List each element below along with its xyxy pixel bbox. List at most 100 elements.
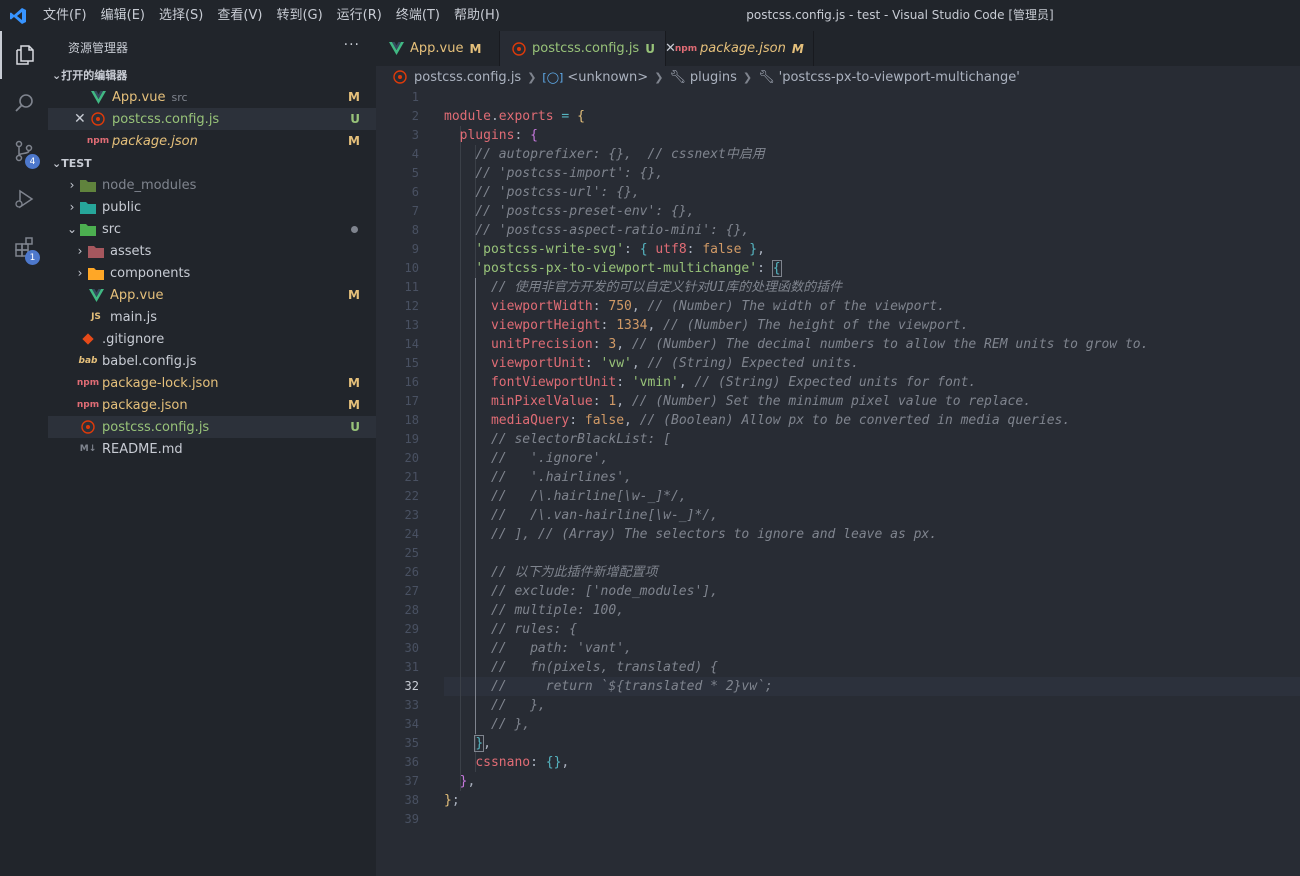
menu-go[interactable]: 转到(G): [269, 0, 329, 31]
line-number: 9: [411, 242, 419, 256]
tree-item-label: node_modules: [102, 177, 197, 193]
open-editor-item[interactable]: ✕ postcss.config.js U: [48, 108, 376, 130]
menu-run[interactable]: 运行(R): [330, 0, 389, 31]
tab-postcss-config[interactable]: postcss.config.js U ✕: [500, 31, 676, 66]
npm-file-icon: npm: [674, 43, 698, 54]
vscode-logo-icon: [0, 0, 36, 31]
line-number: 14: [404, 337, 419, 351]
tree-item-node-modules[interactable]: › node_modules: [48, 174, 376, 196]
tree-item-babel-config[interactable]: bab babel.config.js: [48, 350, 376, 372]
chevron-right-icon: ❯: [527, 70, 537, 84]
tab-label: App.vue: [410, 41, 464, 56]
line-number: 10: [404, 261, 419, 275]
postcss-file-icon: [392, 70, 408, 84]
tree-item-label: .gitignore: [102, 331, 165, 347]
object-symbol-icon: [◯]: [542, 70, 564, 84]
chevron-down-icon: ⌄: [52, 156, 62, 170]
run-debug-icon[interactable]: [0, 175, 48, 223]
menu-view[interactable]: 查看(V): [210, 0, 269, 31]
line-number: 15: [404, 356, 419, 370]
npm-file-icon: npm: [86, 136, 110, 146]
tree-item-label: App.vue: [110, 287, 164, 303]
line-number: 13: [404, 318, 419, 332]
line-number: 30: [404, 641, 419, 655]
chevron-right-icon: ›: [69, 178, 75, 192]
menu-file[interactable]: 文件(F): [36, 0, 94, 31]
line-number: 4: [411, 147, 419, 161]
line-number: 6: [411, 185, 419, 199]
postcss-file-icon: [512, 41, 526, 56]
line-number: 11: [404, 280, 419, 294]
tree-item-package-lock[interactable]: npm package-lock.json M: [48, 372, 376, 394]
open-editors-section[interactable]: ⌄ 打开的编辑器: [48, 64, 376, 86]
git-status-badge: M: [348, 288, 360, 302]
open-editor-item[interactable]: npm package.json M: [48, 130, 376, 152]
explorer-header: 资源管理器 ···: [48, 31, 376, 64]
tree-item-main-js[interactable]: JS main.js: [48, 306, 376, 328]
line-number: 39: [404, 812, 419, 826]
title-bar: 文件(F) 编辑(E) 选择(S) 查看(V) 转到(G) 运行(R) 终端(T…: [0, 0, 1300, 31]
line-number: 29: [404, 622, 419, 636]
more-actions-icon[interactable]: ···: [344, 37, 360, 53]
line-number: 12: [404, 299, 419, 313]
source-control-icon[interactable]: 4: [0, 127, 48, 175]
line-number: 22: [404, 489, 419, 503]
extensions-badge: 1: [25, 250, 40, 265]
tree-item-label: src: [102, 221, 121, 237]
search-icon[interactable]: [0, 79, 48, 127]
chevron-down-icon: ⌄: [52, 68, 62, 82]
code-editor[interactable]: 1 2 3 4 5 6 7 8 9 10 11 12 13 14 15 16 17 18 19 20 21 22 23 24 2…: [376, 88, 1300, 876]
line-number: 19: [404, 432, 419, 446]
git-file-icon: [80, 332, 96, 346]
git-status-badge: M: [348, 398, 360, 412]
window-title: postcss.config.js - test - Visual Studio…: [746, 8, 1054, 22]
line-number: 27: [404, 584, 419, 598]
breadcrumb-object[interactable]: <unknown>: [567, 70, 648, 85]
menu-selection[interactable]: 选择(S): [152, 0, 210, 31]
open-editor-name: postcss.config.js: [112, 111, 220, 127]
tree-item-readme[interactable]: M↓ README.md: [48, 438, 376, 460]
activity-bar: 4 1: [0, 31, 48, 876]
code-content[interactable]: module.exports = { plugins: { // autopre…: [444, 88, 1300, 829]
open-editor-desc: src: [171, 90, 188, 104]
explorer-title: 资源管理器: [68, 41, 129, 55]
tree-item-gitignore[interactable]: .gitignore: [48, 328, 376, 350]
tree-item-label: README.md: [102, 441, 183, 457]
tree-item-postcss-config[interactable]: postcss.config.js U: [48, 416, 376, 438]
tree-item-package-json[interactable]: npm package.json M: [48, 394, 376, 416]
menu-terminal[interactable]: 终端(T): [389, 0, 447, 31]
folder-section[interactable]: ⌄ TEST: [48, 152, 376, 174]
close-icon[interactable]: ✕: [74, 111, 90, 127]
tab-package-json[interactable]: npm package.json M: [666, 31, 814, 66]
line-number: 28: [404, 603, 419, 617]
tree-item-assets[interactable]: › assets: [48, 240, 376, 262]
tree-item-label: main.js: [110, 309, 157, 325]
menu-edit[interactable]: 编辑(E): [94, 0, 152, 31]
explorer-icon[interactable]: [0, 31, 48, 79]
tree-item-components[interactable]: › components: [48, 262, 376, 284]
node-folder-icon: [80, 178, 96, 192]
tree-item-label: public: [102, 199, 142, 215]
line-number-gutter: 1 2 3 4 5 6 7 8 9 10 11 12 13 14 15 16 17 18 19 20 21 22 23 24 2…: [376, 88, 419, 829]
chevron-right-icon: ❯: [742, 70, 753, 84]
tree-item-label: package.json: [102, 397, 188, 413]
menu-help[interactable]: 帮助(H): [447, 0, 507, 31]
tree-item-src[interactable]: ⌄ src: [48, 218, 376, 240]
breadcrumb-file[interactable]: postcss.config.js: [414, 70, 521, 85]
tab-status: M: [791, 41, 804, 56]
line-number: 23: [404, 508, 419, 522]
line-number: 21: [404, 470, 419, 484]
chevron-right-icon: ›: [69, 200, 75, 214]
extensions-icon[interactable]: 1: [0, 223, 48, 271]
line-number: 24: [404, 527, 419, 541]
assets-folder-icon: [88, 244, 104, 258]
line-number: 17: [404, 394, 419, 408]
open-editor-item[interactable]: App.vue src M: [48, 86, 376, 108]
breadcrumb-property[interactable]: 'postcss-px-to-viewport-multichange': [779, 70, 1020, 85]
breadcrumb-plugins[interactable]: plugins: [690, 70, 737, 85]
tree-item-app-vue[interactable]: App.vue M: [48, 284, 376, 306]
vue-file-icon: [88, 288, 104, 302]
src-folder-icon: [80, 222, 96, 236]
tree-item-public[interactable]: › public: [48, 196, 376, 218]
tab-app-vue[interactable]: App.vue M: [376, 31, 500, 66]
